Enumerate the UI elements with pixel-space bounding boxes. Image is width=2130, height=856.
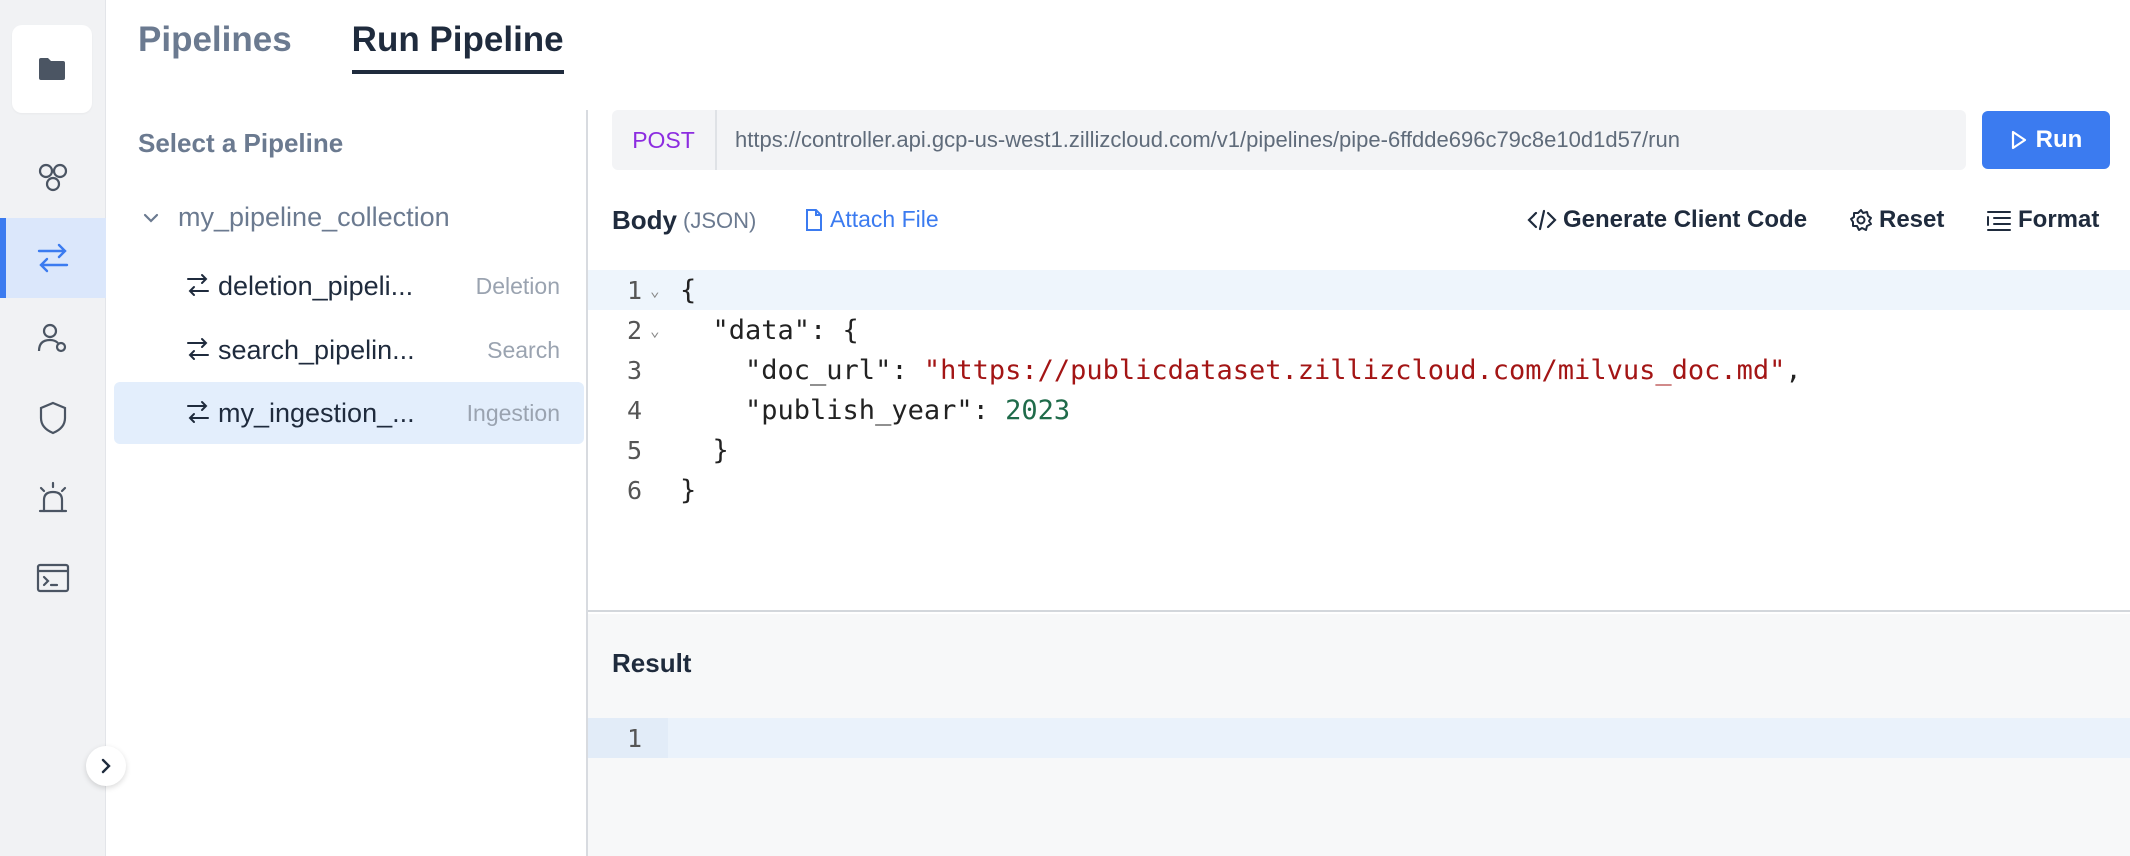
expand-sidebar-button[interactable]: [86, 746, 126, 786]
format-button[interactable]: Format: [1986, 206, 2099, 234]
terminal-icon[interactable]: [0, 538, 106, 618]
pipeline-name: deletion_pipeli...: [218, 270, 414, 301]
fold-toggle-icon[interactable]: ⌄: [650, 281, 660, 300]
users-icon[interactable]: [0, 298, 106, 378]
file-icon: [806, 208, 822, 231]
pipeline-icon: [187, 338, 209, 360]
alarm-icon[interactable]: [0, 458, 106, 538]
body-format: (JSON): [683, 208, 757, 233]
fold-toggle-icon[interactable]: ⌄: [650, 321, 660, 340]
run-button[interactable]: Run: [1982, 111, 2110, 169]
chevron-down-icon: [143, 213, 159, 223]
code-line: 2 ⌄ "data": {: [626, 314, 859, 346]
body-editor[interactable]: 1 ⌄ { 2 ⌄ "data": { 3 "doc_url": "https:…: [588, 270, 2130, 612]
pipeline-type: Deletion: [475, 272, 560, 299]
attach-label: Attach File: [830, 206, 939, 232]
list-title: Select a Pipeline: [138, 128, 344, 158]
code-line: 6 }: [626, 474, 697, 506]
generate-code-button[interactable]: Generate Client Code: [1527, 206, 1807, 234]
icon-rail: [0, 0, 106, 856]
result-panel: Result 1: [588, 614, 2130, 856]
pipeline-icon: [187, 274, 209, 296]
attach-file-button[interactable]: Attach File: [804, 206, 939, 233]
pipeline-icon: [187, 401, 209, 423]
clusters-icon[interactable]: [0, 138, 106, 218]
list-item[interactable]: search_pipelin... Search: [114, 319, 584, 381]
chevron-right-icon: [101, 758, 111, 774]
tab-bar: Pipelines Run Pipeline: [138, 20, 624, 74]
code-line: 3 "doc_url": "https://publicdataset.zill…: [626, 354, 1802, 386]
folder-icon[interactable]: [12, 25, 92, 113]
code-line: 4 "publish_year": 2023: [626, 394, 1071, 426]
pipeline-type: Ingestion: [466, 399, 560, 426]
play-icon: [2011, 130, 2026, 150]
gear-icon: [1850, 209, 1872, 231]
list-item[interactable]: deletion_pipeli... Deletion: [114, 255, 584, 317]
format-icon: [1987, 211, 2011, 231]
code-icon: [1527, 209, 1557, 231]
result-title: Result: [612, 648, 692, 678]
tab-run-pipeline[interactable]: Run Pipeline: [351, 20, 564, 74]
request-bar: POST https://controller.api.gcp-us-west1…: [612, 110, 1966, 170]
security-icon[interactable]: [0, 378, 106, 458]
code-line: 5 }: [626, 434, 729, 466]
pipeline-name: search_pipelin...: [218, 334, 415, 365]
pipeline-name: my_ingestion_...: [218, 397, 415, 428]
tab-pipelines[interactable]: Pipelines: [138, 20, 292, 74]
collection-name: my_pipeline_collection: [178, 202, 450, 232]
http-method-select[interactable]: POST: [612, 110, 717, 170]
generate-label: Generate Client Code: [1563, 206, 1808, 233]
format-label: Format: [2018, 206, 2100, 233]
code-line: 1 ⌄ {: [588, 270, 2130, 310]
collection-group[interactable]: my_pipeline_collection: [142, 202, 450, 233]
run-label: Run: [2035, 126, 2083, 153]
endpoint-url[interactable]: https://controller.api.gcp-us-west1.zill…: [717, 127, 1680, 153]
reset-button[interactable]: Reset: [1849, 206, 1944, 234]
pipeline-type: Search: [487, 336, 560, 363]
result-editor[interactable]: 1: [588, 718, 2130, 758]
reset-label: Reset: [1879, 206, 1945, 233]
body-label: Body: [612, 205, 677, 235]
list-item[interactable]: my_ingestion_... Ingestion: [114, 382, 584, 444]
pipelines-icon[interactable]: [0, 218, 106, 298]
pipeline-list-panel: Select a Pipeline my_pipeline_collection…: [106, 110, 588, 856]
